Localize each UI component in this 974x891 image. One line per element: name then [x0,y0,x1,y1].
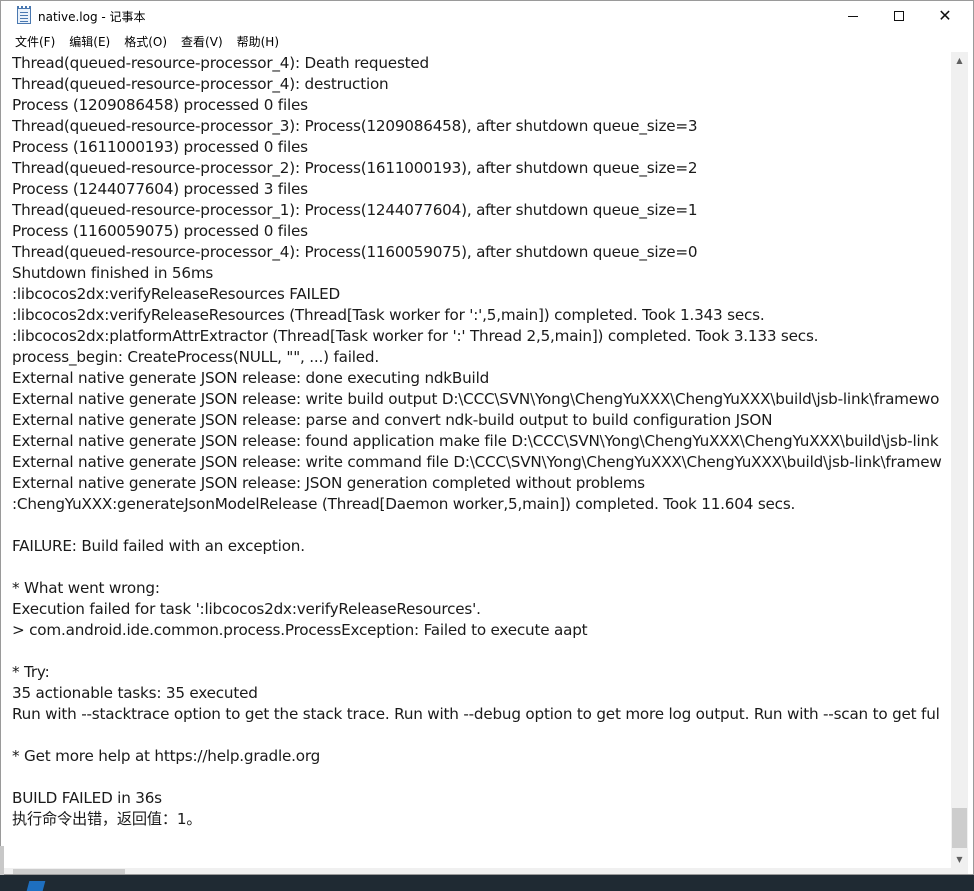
text-line[interactable]: Shutdown finished in 56ms [12,263,948,284]
maximize-button[interactable] [876,1,922,31]
text-line[interactable]: 执行命令出错，返回值：1。 [12,809,948,830]
text-line[interactable]: Process (1244077604) processed 3 files [12,179,948,200]
background-window-edge [0,846,4,876]
text-line[interactable]: Thread(queued-resource-processor_1): Pro… [12,200,948,221]
text-line[interactable]: FAILURE: Build failed with an exception. [12,536,948,557]
text-line[interactable]: External native generate JSON release: w… [12,389,948,410]
text-line[interactable]: Process (1160059075) processed 0 files [12,221,948,242]
text-line[interactable]: Run with --stacktrace option to get the … [12,704,948,725]
text-line[interactable]: :ChengYuXXX:generateJsonModelRelease (Th… [12,494,948,515]
menu-format[interactable]: 格式(O) [118,31,173,52]
text-line[interactable]: Thread(queued-resource-processor_4): Pro… [12,242,948,263]
text-line[interactable]: External native generate JSON release: w… [12,452,948,473]
menu-view[interactable]: 查看(V) [175,31,229,52]
scroll-down-icon[interactable]: ▼ [951,851,968,868]
text-line[interactable]: BUILD FAILED in 36s [12,788,948,809]
minimize-button[interactable] [830,1,876,31]
text-line[interactable]: :libcocos2dx:platformAttrExtractor (Thre… [12,326,948,347]
text-line[interactable]: * Get more help at https://help.gradle.o… [12,746,948,767]
menu-help[interactable]: 帮助(H) [231,31,285,52]
text-line[interactable]: * What went wrong: [12,578,948,599]
text-line[interactable]: External native generate JSON release: J… [12,473,948,494]
text-line[interactable]: Process (1209086458) processed 0 files [12,95,948,116]
text-line[interactable]: External native generate JSON release: f… [12,431,948,452]
title-bar[interactable]: native.log - 记事本 ✕ [1,1,973,31]
text-line[interactable]: Execution failed for task ':libcocos2dx:… [12,599,948,620]
text-line[interactable]: process_begin: CreateProcess(NULL, "", .… [12,347,948,368]
text-line[interactable]: :libcocos2dx:verifyReleaseResources FAIL… [12,284,948,305]
visual-studio-code-icon[interactable] [26,881,46,891]
text-line[interactable]: :libcocos2dx:verifyReleaseResources (Thr… [12,305,948,326]
menu-bar: 文件(F) 编辑(E) 格式(O) 查看(V) 帮助(H) [1,31,973,52]
text-line[interactable] [12,515,948,536]
minimize-icon [848,15,858,17]
text-line[interactable]: 35 actionable tasks: 35 executed [12,683,948,704]
close-icon: ✕ [938,6,952,25]
text-line[interactable]: External native generate JSON release: p… [12,410,948,431]
text-line[interactable]: > com.android.ide.common.process.Process… [12,620,948,641]
maximize-icon [894,11,904,21]
window-title: native.log - 记事本 [38,10,146,24]
vertical-scrollbar[interactable]: ▲ ▼ [951,52,968,868]
text-line[interactable] [12,557,948,578]
scrollbar-corner [951,868,968,874]
horizontal-scrollbar[interactable] [1,868,951,874]
menu-edit[interactable]: 编辑(E) [63,31,116,52]
vertical-scroll-thumb[interactable] [952,808,967,848]
text-line[interactable]: Thread(queued-resource-processor_3): Pro… [12,116,948,137]
taskbar [0,875,974,891]
text-line[interactable] [12,641,948,662]
text-editor[interactable]: Thread(queued-resource-processor_4): Dea… [1,52,951,868]
text-line[interactable]: Process (1611000193) processed 0 files [12,137,948,158]
text-line[interactable] [12,725,948,746]
menu-file[interactable]: 文件(F) [9,31,61,52]
close-button[interactable]: ✕ [922,1,968,31]
text-line[interactable]: Thread(queued-resource-processor_2): Pro… [12,158,948,179]
text-line[interactable]: External native generate JSON release: d… [12,368,948,389]
notepad-window: native.log - 记事本 ✕ 文件(F) 编辑(E) 格式(O) 查看(… [0,0,974,875]
text-line[interactable]: Thread(queued-resource-processor_4): des… [12,74,948,95]
notepad-icon [17,6,31,24]
text-line[interactable]: Thread(queued-resource-processor_4): Dea… [12,53,948,74]
scroll-up-icon[interactable]: ▲ [951,52,968,69]
text-line[interactable] [12,767,948,788]
text-line[interactable]: * Try: [12,662,948,683]
text-content[interactable]: Thread(queued-resource-processor_4): Dea… [12,53,948,830]
